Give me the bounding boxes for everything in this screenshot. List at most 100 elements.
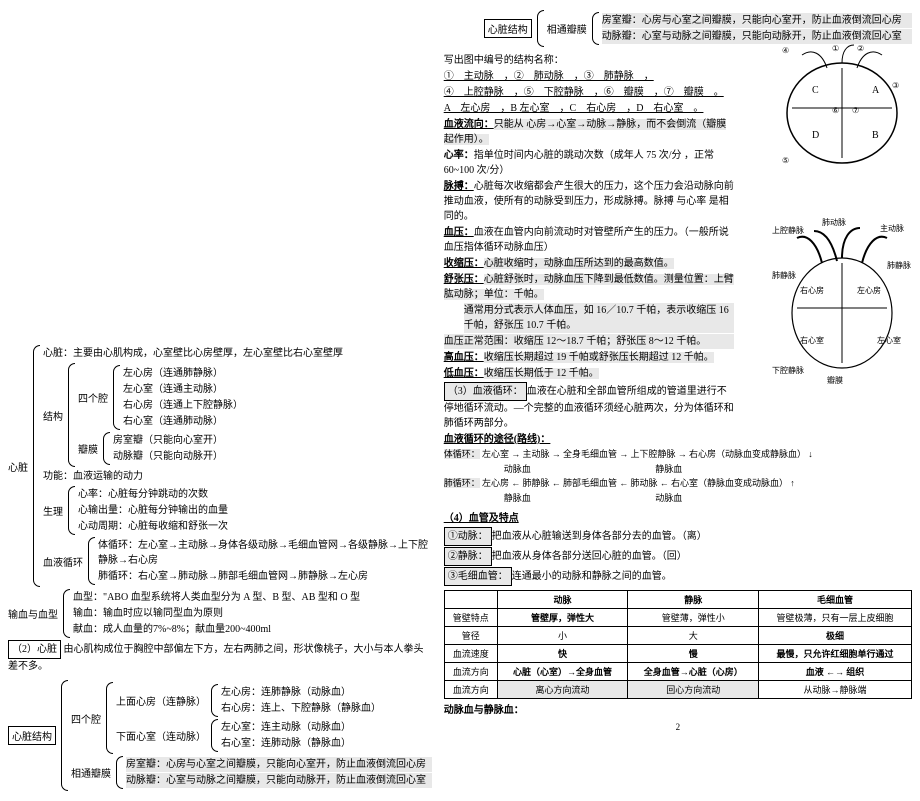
chamber-1: 左心室（连通主动脉） bbox=[123, 382, 432, 397]
phys-2: 心动周期：心脏每收缩和舒张一次 bbox=[78, 519, 432, 534]
svg-text:肺动脉: 肺动脉 bbox=[822, 217, 846, 227]
valves-label: 瓣膜 bbox=[78, 441, 100, 456]
flow-dir-label: 血液流向： bbox=[444, 119, 494, 130]
heart-diagram-2: 上腔静脉 肺动脉 主动脉 肺静脉 右心房 左心房 肺静脉 右心室 左心室 下腔静… bbox=[772, 213, 912, 393]
fig-labels-2: ④ 上腔静脉 ，⑤ 下腔静脉 ，⑥ 瓣膜 ，⑦ 瓣膜 。 bbox=[444, 85, 734, 100]
v1-text: 把血液从心脏输送到身体各部分去的血管。（离） bbox=[492, 531, 707, 542]
pulse-label: 脉搏： bbox=[444, 181, 474, 192]
svg-text:⑥: ⑥ bbox=[832, 106, 839, 115]
svg-text:右心房: 右心房 bbox=[800, 285, 824, 295]
svg-text:左心室: 左心室 bbox=[877, 335, 901, 345]
svg-text:C: C bbox=[812, 85, 819, 96]
sys-circ: 左心室 → 主动脉 → 全身毛细血管 → 上下腔静脉 → 右心房（动脉血变成静脉… bbox=[482, 449, 806, 459]
svg-text:⑦: ⑦ bbox=[852, 106, 859, 115]
table-row: 血流方向 心脏（心室）→全身血管 全身血管→心脏（心房） 血液 ←→ 组织 bbox=[444, 663, 911, 681]
svg-text:①: ① bbox=[832, 44, 839, 53]
svg-text:④: ④ bbox=[782, 46, 789, 55]
s2-ch-0: 左心房：连肺静脉（动脉血） bbox=[221, 685, 432, 700]
dia-text: 心脏舒张时，动脉血压下降到最低数值。测量位置：上臂肱动脉；单位：千帕。 bbox=[444, 274, 734, 300]
fig-abcd: A 左心房 ，B 左心室 ，C 右心房 ，D 右心室 。 bbox=[444, 101, 734, 116]
svg-text:B: B bbox=[872, 130, 879, 141]
pul-b2: 动脉血 bbox=[655, 493, 682, 503]
bp-label: 血压： bbox=[444, 227, 474, 238]
s2-ch-2: 左心室：连主动脉（动脉血） bbox=[221, 720, 432, 735]
structure-label: 结构 bbox=[43, 408, 65, 423]
pul-b1: 静脉血 bbox=[504, 493, 531, 503]
bt-1: 血型："ABO 血型系统将人类血型分为 A 型、B 型、AB 型和 O 型 bbox=[73, 590, 432, 605]
circ-1: 体循环：左心室→主动脉→身体各级动脉→毛细血管网→各级静脉→上下腔静脉→右心房 bbox=[98, 538, 432, 568]
function-label: 功能： bbox=[43, 471, 73, 482]
pul-circ-label: 肺循环： bbox=[444, 478, 480, 488]
th-3: 毛细血管 bbox=[759, 591, 912, 609]
v1-label: ①动脉： bbox=[444, 527, 492, 546]
sys-b1: 动脉血 bbox=[504, 464, 531, 474]
section2-text: 由心肌构成位于胸腔中部偏左下方，左右两肺之间，形状像桃子，大小与本人拳头差不多。 bbox=[8, 644, 424, 672]
v3-label: ③毛细血管： bbox=[444, 567, 512, 586]
arrow-down-icon: ↓ bbox=[808, 449, 813, 459]
sys-b2: 静脉血 bbox=[655, 464, 682, 474]
heart-label: 心脏 bbox=[8, 459, 30, 474]
chamber-0: 左心房（连通肺静脉） bbox=[123, 366, 432, 381]
s2-valve-1: 动脉瓣：心室与动脉之间瓣膜，只能向动脉开，防止血液倒流回心室 bbox=[126, 773, 432, 788]
hr-text: 指单位时间内心脏的跳动次数（成年人 75 次/分 ，正常 60~100 次/分） bbox=[444, 150, 714, 176]
th-0 bbox=[444, 591, 497, 609]
valve-0: 房室瓣（只能向心室开） bbox=[113, 433, 432, 448]
s2-ch-1: 右心房：连上、下腔静脉（静脉血） bbox=[221, 701, 432, 716]
top-valve-1: 动脉瓣：心室与动脉之间瓣膜，只能向动脉开，防止血液倒流回心室 bbox=[602, 29, 912, 44]
s2-valves-label: 相通瓣膜 bbox=[71, 765, 113, 780]
svg-text:左心房: 左心房 bbox=[857, 285, 881, 295]
sys-text: 心脏收缩时，动脉血压所达到的最高数值。 bbox=[484, 258, 674, 269]
bp-low-label: 低血压： bbox=[444, 368, 484, 379]
bt-2: 输血：输血时应以输同型血为原则 bbox=[73, 606, 432, 621]
s2-lower: 下面心室（连动脉） bbox=[116, 728, 208, 743]
bp-high: 收缩压长期超过 19 千帕或舒张压长期超过 12 千帕。 bbox=[484, 352, 714, 363]
hr-label: 心率： bbox=[444, 150, 474, 161]
top-valves-label: 相通瓣膜 bbox=[547, 21, 589, 36]
v3-text: 连通最小的动脉和静脉之间的血管。 bbox=[512, 571, 672, 582]
path-label: 血液循环的途径(路线)： bbox=[444, 432, 912, 447]
svg-text:肺静脉: 肺静脉 bbox=[887, 260, 911, 270]
bp-text: 血液在血管内向前流动时对管壁所产生的压力。（一般所说血压指体循环动脉血压） bbox=[444, 227, 729, 253]
fig-intro: 写出图中编号的结构名称： bbox=[444, 53, 734, 68]
table-row: 血流速度 快 慢 最慢，只允许红细胞单行通过 bbox=[444, 645, 911, 663]
function-text: 血液运输的动力 bbox=[73, 471, 143, 482]
table-row: 血流方向 离心方向流动 回心方向流动 从动脉→静脉端 bbox=[444, 681, 911, 699]
heart-diagram-1: A C B D ④ ① ② ③ ⑤ ⑥ ⑦ bbox=[772, 43, 912, 173]
chamber-2: 右心房（连通上下腔静脉） bbox=[123, 398, 432, 413]
pul-circ: 左心房 ← 肺静脉 ← 肺部毛细血管 ← 肺动脉 ← 右心室（静脉血变成动脉血） bbox=[482, 478, 788, 488]
circ-2: 肺循环：右心室→肺动脉→肺部毛细血管网→肺静脉→左心房 bbox=[98, 569, 432, 584]
v2-text: 把血液从身体各部分送回心脏的血管。（回） bbox=[492, 551, 687, 562]
arrow-up-icon: ↑ bbox=[790, 478, 795, 488]
table-row: 管径 小 大 极细 bbox=[444, 627, 911, 645]
svg-text:下腔静脉: 下腔静脉 bbox=[772, 365, 804, 375]
bp-low: 收缩压长期低于 12 千帕。 bbox=[484, 368, 599, 379]
top-box: 心脏结构 bbox=[484, 19, 532, 38]
svg-text:⑤: ⑤ bbox=[782, 156, 789, 165]
svg-text:D: D bbox=[812, 130, 819, 141]
circ-label: 血液循环 bbox=[43, 554, 85, 569]
table-row: 管壁特点 管壁厚，弹性大 管壁薄，弹性小 管壁极薄，只有一层上皮细胞 bbox=[444, 609, 911, 627]
phys-1: 心输出量：心脏每分钟输出的血量 bbox=[78, 503, 432, 518]
s2-ch-3: 右心室：连肺动脉（静脉血） bbox=[221, 736, 432, 751]
chambers-label: 四个腔 bbox=[78, 390, 110, 405]
bp-ex: 通常用分式表示人体血压，如 16／10.7 千帕，表示收缩压 16 千帕，舒张压… bbox=[464, 303, 734, 333]
fig-labels-1: ① 主动脉 ，② 肺动脉 ，③ 肺静脉 ， bbox=[444, 69, 734, 84]
chamber-3: 右心室（连通肺动脉） bbox=[123, 414, 432, 429]
svg-text:上腔静脉: 上腔静脉 bbox=[772, 225, 804, 235]
page-number: 2 bbox=[444, 722, 912, 732]
th-2: 静脉 bbox=[628, 591, 759, 609]
svg-text:②: ② bbox=[857, 44, 864, 53]
v2-label: ②静脉： bbox=[444, 547, 492, 566]
bp-high-label: 高血压： bbox=[444, 352, 484, 363]
dia-label: 舒张压： bbox=[444, 274, 484, 285]
svg-text:瓣膜: 瓣膜 bbox=[827, 375, 843, 385]
heart-intro: 心脏：主要由心肌构成，心室壁比心房壁厚，左心室壁比右心室壁厚 bbox=[43, 346, 432, 361]
s2-upper: 上面心房（连静脉） bbox=[116, 693, 208, 708]
sys-label: 收缩压： bbox=[444, 258, 484, 269]
svg-text:主动脉: 主动脉 bbox=[880, 223, 904, 233]
svg-text:肺静脉: 肺静脉 bbox=[772, 270, 796, 280]
svg-text:③: ③ bbox=[892, 81, 899, 90]
s2-valve-0: 房室瓣：心房与心室之间瓣膜，只能向心室开，防止血液倒流回心房 bbox=[126, 757, 432, 772]
th-1: 动脉 bbox=[497, 591, 628, 609]
top-valve-0: 房室瓣：心房与心室之间瓣膜，只能向心室开，防止血液倒流回心房 bbox=[602, 13, 912, 28]
